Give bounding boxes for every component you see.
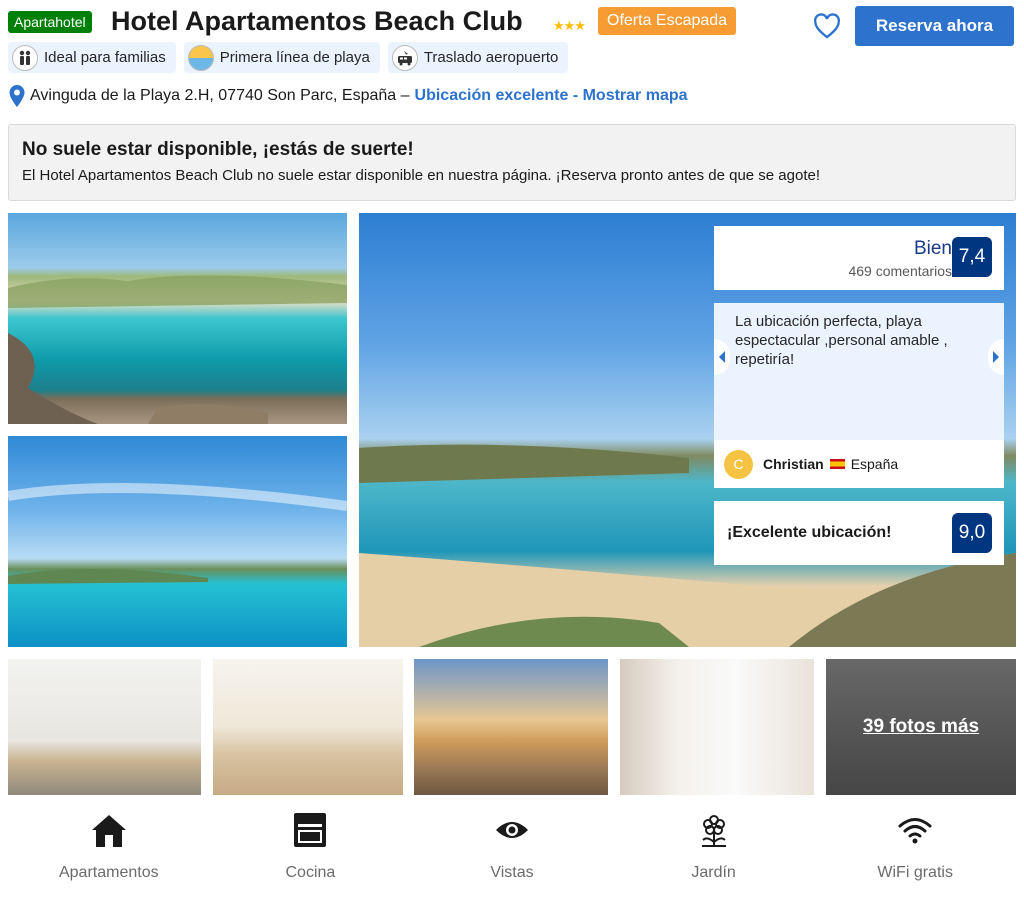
amenity-apartments: Apartamentos (8, 810, 210, 895)
next-review-button[interactable] (988, 339, 1004, 375)
score-word: Bien (913, 238, 952, 259)
address-text: Avinguda de la Playa 2.H, 07740 Son Parc… (30, 87, 410, 104)
heart-icon (814, 13, 840, 39)
save-favorite-button[interactable] (811, 10, 843, 42)
family-icon (12, 44, 38, 71)
reviewer-country: España (850, 456, 899, 472)
chevron-right-icon (993, 351, 999, 363)
review-score: 7,4 (952, 237, 992, 277)
amenity-label: Apartamentos (58, 864, 159, 881)
amenity-label: Vistas (490, 864, 534, 881)
chevron-left-icon (719, 351, 725, 363)
reviewer-name: Christian (763, 456, 824, 472)
chip-label: Ideal para familias (44, 49, 166, 66)
photo-people-beach[interactable] (414, 659, 608, 795)
banner-text: El Hotel Apartamentos Beach Club no suel… (22, 167, 821, 184)
chip-airport-shuttle: Traslado aeropuerto (387, 42, 569, 73)
property-type-badge: Apartahotel (8, 11, 92, 33)
hotel-title: Hotel Apartamentos Beach Club (111, 6, 523, 36)
amenity-label: Cocina (285, 864, 336, 881)
amenity-label: Jardín (691, 864, 736, 881)
chip-label: Traslado aeropuerto (423, 49, 559, 66)
location-score: 9,0 (952, 513, 992, 553)
offer-badge[interactable]: Oferta Escapada (598, 7, 737, 35)
reserve-now-button[interactable]: Reserva ahora (855, 6, 1014, 46)
show-map-link[interactable]: Ubicación excelente - Mostrar mapa (415, 87, 688, 105)
star-rating: ★★★ (553, 18, 586, 33)
wifi-icon (895, 810, 935, 850)
location-label: ¡Excelente ubicación! (727, 524, 892, 541)
amenity-garden: Jardín (613, 810, 815, 895)
availability-banner: No suele estar disponible, ¡estás de sue… (8, 124, 1016, 201)
eye-icon (492, 810, 532, 850)
photo-reception[interactable] (213, 659, 403, 795)
house-icon (89, 810, 129, 850)
review-quote-card: La ubicación perfecta, playa espectacula… (714, 303, 1004, 488)
airport-shuttle-icon (391, 44, 418, 71)
amenity-views: Vistas (411, 810, 613, 895)
map-pin-icon (9, 85, 25, 107)
amenity-wifi: WiFi gratis (814, 810, 1016, 895)
feature-chips: Ideal para familias Primera línea de pla… (8, 42, 569, 73)
previous-review-button[interactable] (714, 339, 730, 375)
sea-illustration (8, 483, 347, 584)
review-score-card[interactable]: Bien 469 comentarios 7,4 (714, 226, 1004, 290)
beach-cove-illustration (8, 275, 347, 424)
chip-beachfront: Primera línea de playa (183, 42, 380, 73)
chip-family: Ideal para familias (8, 42, 176, 73)
photo-more[interactable]: 39 fotos más (826, 659, 1016, 795)
photo-living-room[interactable] (620, 659, 814, 795)
more-photos-link[interactable]: 39 fotos más (826, 716, 1016, 738)
spain-flag-icon (829, 459, 845, 469)
hotel-header: Apartahotel Hotel Apartamentos Beach Clu… (8, 6, 1016, 46)
amenity-label: WiFi gratis (877, 864, 953, 881)
amenities-row: Apartamentos Cocina Vistas Jardín WiFi g… (8, 810, 1016, 895)
reviewer-info: C Christian España (714, 440, 1004, 488)
banner-title: No suele estar disponible, ¡estás de sue… (22, 139, 414, 160)
oven-icon (290, 810, 330, 850)
chip-label: Primera línea de playa (219, 49, 370, 66)
photo-beach-cove[interactable] (8, 213, 347, 424)
location-score-card[interactable]: ¡Excelente ubicación! 9,0 (714, 501, 1004, 565)
amenity-kitchen: Cocina (210, 810, 412, 895)
beach-sunset-icon (187, 44, 214, 71)
photo-turquoise-sea[interactable] (8, 436, 347, 647)
review-quote: La ubicación perfecta, playa espectacula… (735, 313, 948, 368)
review-count: 469 comentarios (848, 263, 952, 279)
address-row: Avinguda de la Playa 2.H, 07740 Son Parc… (8, 84, 688, 108)
avatar: C (724, 449, 753, 479)
photo-lobby[interactable] (8, 659, 201, 795)
flower-icon (694, 810, 734, 850)
